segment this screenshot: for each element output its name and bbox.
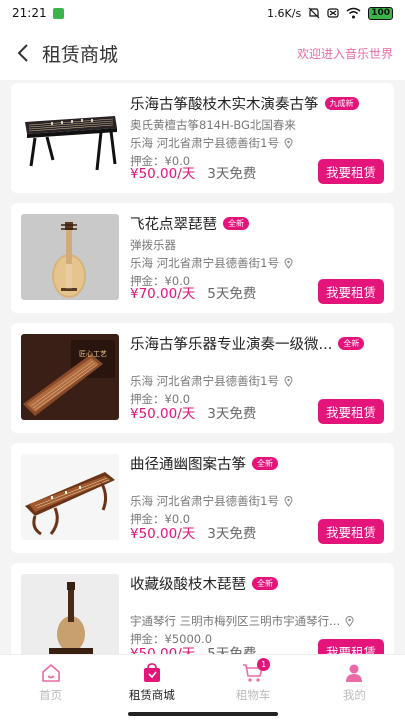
tab-label: 首页	[39, 688, 63, 702]
tab-rental-mall[interactable]: 租赁商城	[101, 655, 202, 710]
product-subtitle	[130, 597, 384, 611]
product-name: 乐海古筝乐器专业演奏一级微...	[130, 337, 333, 353]
product-image: 匠心工艺	[21, 334, 119, 420]
rent-button[interactable]: 我要租赁	[317, 639, 384, 654]
address-text: 宇通琴行 三明市梅列区三明市宇通琴行...	[130, 614, 341, 628]
location-icon	[284, 257, 293, 269]
rent-button[interactable]: 我要租赁	[317, 399, 384, 424]
product-card[interactable]: 飞花点翠琵琶 全新 弹拨乐器 乐海 河北省肃宁县德善街1号 押金：¥0.0 ¥7…	[11, 203, 394, 313]
product-image	[21, 94, 119, 180]
rent-button[interactable]: 我要租赁	[317, 279, 384, 304]
product-address: 宇通琴行 三明市梅列区三明市宇通琴行...	[130, 613, 384, 629]
tab-cart[interactable]: 1 租物车	[203, 655, 304, 710]
rent-button[interactable]: 我要租赁	[317, 159, 384, 184]
home-icon	[40, 662, 62, 684]
free-days: 5天免费	[207, 285, 257, 302]
free-days: 3天免费	[207, 525, 257, 542]
tab-home[interactable]: 首页	[0, 655, 101, 710]
condition-badge: 全新	[252, 457, 278, 470]
product-card[interactable]: 乐海古筝酸枝木实木演奏古筝 九成新 奥氏黄檀古筝814H-BG北国春来 乐海 河…	[11, 83, 394, 193]
page-title: 租赁商城	[42, 43, 119, 66]
product-address: 乐海 河北省肃宁县德善街1号	[130, 255, 384, 271]
address-text: 乐海 河北省肃宁县德善街1号	[130, 136, 279, 150]
product-address: 乐海 河北省肃宁县德善街1号	[130, 493, 384, 509]
wifi-icon	[346, 7, 361, 19]
location-icon	[284, 495, 293, 507]
user-icon	[343, 662, 365, 684]
condition-badge: 全新	[252, 577, 278, 590]
location-icon	[345, 615, 354, 627]
chevron-left-icon	[17, 44, 28, 62]
tab-profile[interactable]: 我的	[304, 655, 405, 710]
product-name: 收藏级酸枝木琵琶	[130, 577, 246, 593]
tab-label: 我的	[342, 688, 366, 702]
bottom-tab-bar: 首页 租赁商城 1 租物车 我的	[0, 654, 405, 710]
home-indicator	[0, 710, 405, 720]
condition-badge: 全新	[338, 337, 365, 350]
address-text: 乐海 河北省肃宁县德善街1号	[130, 374, 279, 388]
free-days: 3天免费	[207, 165, 257, 182]
image-caption: 匠心工艺	[79, 350, 107, 358]
condition-badge: 九成新	[324, 97, 359, 110]
network-speed: 1.6K/s	[267, 6, 302, 20]
product-subtitle	[130, 357, 384, 371]
mute-icon	[308, 7, 320, 19]
tab-label: 租物车	[235, 688, 271, 702]
product-price: ¥70.00/天	[130, 285, 196, 302]
product-image	[21, 574, 119, 654]
product-address: 乐海 河北省肃宁县德善街1号	[130, 135, 384, 151]
product-price: ¥50.00/天	[130, 405, 196, 422]
app-bar: 租赁商城 欢迎进入音乐世界	[0, 26, 405, 80]
product-list[interactable]: 乐海古筝酸枝木实木演奏古筝 九成新 奥氏黄檀古筝814H-BG北国春来 乐海 河…	[0, 80, 405, 654]
product-price: ¥50.00/天	[130, 645, 196, 655]
address-text: 乐海 河北省肃宁县德善街1号	[130, 256, 279, 270]
condition-badge: 全新	[223, 217, 249, 230]
notification-icon	[52, 7, 64, 19]
product-image	[21, 214, 119, 300]
product-card[interactable]: 曲径通幽图案古筝 全新 乐海 河北省肃宁县德善街1号 押金：¥0.0 ¥50.0…	[11, 443, 394, 553]
shopping-bag-icon	[141, 662, 163, 684]
product-subtitle	[130, 477, 384, 491]
location-icon	[284, 137, 293, 149]
product-name: 乐海古筝酸枝木实木演奏古筝	[130, 97, 319, 113]
alarm-icon	[327, 8, 339, 18]
product-card[interactable]: 收藏级酸枝木琵琶 全新 宇通琴行 三明市梅列区三明市宇通琴行... 押金：¥50…	[11, 563, 394, 654]
cart-count-badge: 1	[257, 658, 271, 671]
location-icon	[284, 375, 293, 387]
product-price: ¥50.00/天	[130, 525, 196, 542]
status-time: 21:21	[12, 6, 47, 20]
welcome-text: 欢迎进入音乐世界	[296, 46, 393, 61]
status-bar: 21:21 1.6K/s 100	[0, 0, 405, 26]
free-days: 5天免费	[207, 645, 257, 655]
rent-button[interactable]: 我要租赁	[317, 519, 384, 544]
back-button[interactable]	[12, 42, 34, 64]
product-price: ¥50.00/天	[130, 165, 196, 182]
product-name: 曲径通幽图案古筝	[130, 457, 246, 473]
product-image	[21, 454, 119, 540]
battery-indicator: 100	[368, 6, 393, 20]
free-days: 3天免费	[207, 405, 257, 422]
address-text: 乐海 河北省肃宁县德善街1号	[130, 494, 279, 508]
product-card[interactable]: 匠心工艺 乐海古筝乐器专业演奏一级微... 全新 乐海 河北省肃宁县德善街1号 …	[11, 323, 394, 433]
product-subtitle: 奥氏黄檀古筝814H-BG北国春来	[130, 118, 296, 132]
product-address: 乐海 河北省肃宁县德善街1号	[130, 373, 384, 389]
product-subtitle: 弹拨乐器	[130, 238, 176, 252]
tab-label: 租赁商城	[128, 688, 175, 702]
product-name: 飞花点翠琵琶	[130, 217, 217, 233]
